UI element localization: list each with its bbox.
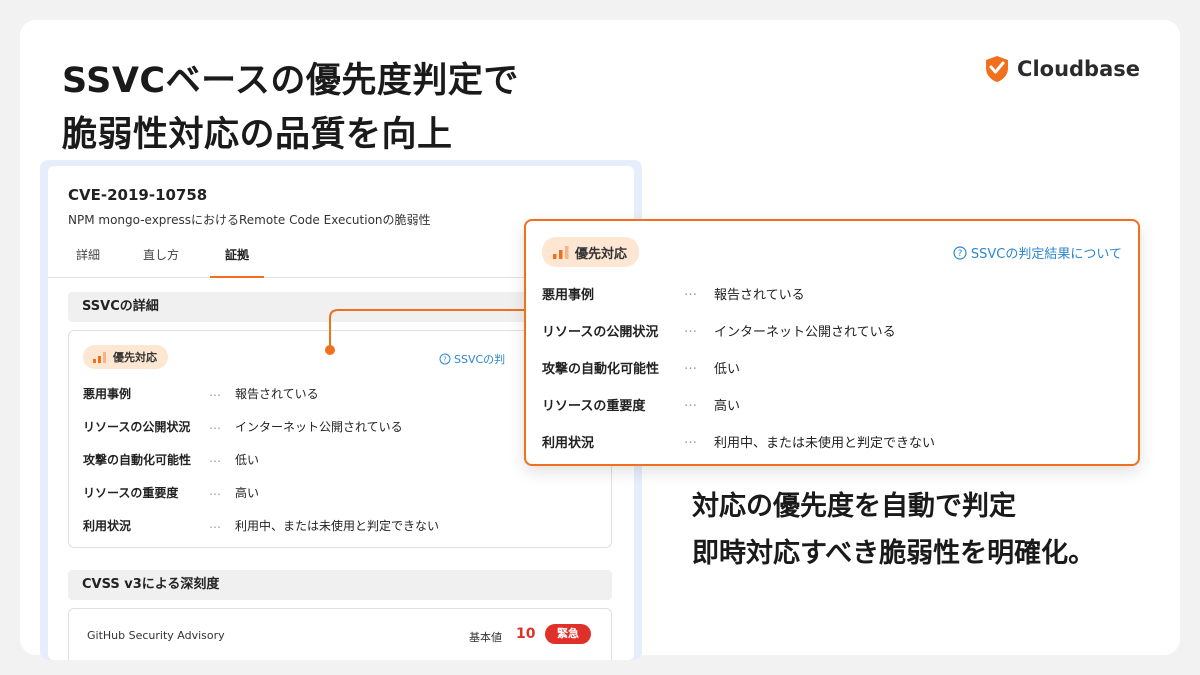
row-label-importance: リソースの重要度: [83, 486, 179, 500]
cve-id: CVE-2019-10758: [68, 186, 208, 204]
callout-priority-badge: 優先対応: [542, 237, 640, 267]
row-dots: …: [209, 484, 221, 498]
headline-line-1: SSVCベースの優先度判定で: [62, 61, 519, 101]
brand-name: Cloudbase: [1017, 57, 1140, 81]
cvss-card: GitHub Security Advisory 基本値 10 緊急: [68, 608, 612, 660]
signal-bars-icon: [93, 352, 106, 363]
row-value-exposure: インターネット公開されている: [235, 420, 403, 434]
ssvc-info-link-label: SSVCの判: [454, 353, 506, 366]
callout-row-value-exposure: インターネット公開されている: [714, 325, 896, 340]
callout-row-label-exploitation: 悪用事例: [542, 288, 595, 303]
callout-row-value-exploitation: 報告されている: [714, 288, 805, 303]
callout-ssvc-info-link-label: SSVCの判定結果について: [970, 247, 1122, 262]
row-dots: …: [209, 385, 221, 399]
cvss-source: GitHub Security Advisory: [87, 629, 225, 642]
callout-row-dots: …: [684, 358, 697, 373]
cve-description: NPM mongo-expressにおけるRemote Code Executi…: [68, 213, 431, 227]
callout-ssvc-info-link[interactable]: ? SSVCの判定結果について: [953, 243, 1122, 262]
row-label-usage: 利用状況: [83, 519, 132, 533]
svg-text:?: ?: [958, 249, 963, 259]
row-dots: …: [209, 418, 221, 432]
callout-row-label-automatable: 攻撃の自動化可能性: [542, 362, 660, 377]
callout-row-value-automatable: 低い: [714, 362, 741, 377]
tab-remediation[interactable]: 直し方: [138, 246, 184, 278]
tagline-line-2: 即時対応すべき脆弱性を明確化。: [692, 538, 1096, 569]
cvss-base-value: 10: [516, 626, 536, 642]
section-cvss-title: CVSS v3による深刻度: [68, 570, 612, 600]
row-value-usage: 利用中、または未使用と判定できない: [235, 519, 440, 533]
question-circle-icon: ?: [439, 353, 451, 365]
brand-logo: Cloudbase: [983, 54, 1140, 84]
callout-row-label-usage: 利用状況: [542, 436, 595, 451]
callout-row-dots: …: [684, 321, 697, 336]
row-label-exploitation: 悪用事例: [83, 387, 132, 401]
row-label-automatable: 攻撃の自動化可能性: [83, 453, 192, 467]
callout-row-value-importance: 高い: [714, 399, 741, 414]
signal-bars-icon: [553, 246, 569, 259]
tagline-line-1: 対応の優先度を自動で判定: [692, 491, 1016, 522]
callout-row-dots: …: [684, 395, 697, 410]
row-value-exploitation: 報告されている: [235, 387, 319, 401]
question-circle-icon: ?: [953, 245, 967, 260]
row-value-importance: 高い: [235, 486, 260, 500]
callout-row-dots: …: [684, 284, 697, 299]
callout-row-dots: …: [684, 432, 697, 447]
row-dots: …: [209, 517, 221, 531]
headline: SSVCベースの優先度判定で 脆弱性対応の品質を向上: [62, 54, 519, 162]
callout-row-label-exposure: リソースの公開状況: [542, 325, 659, 340]
tab-details[interactable]: 詳細: [70, 246, 106, 278]
tab-evidence[interactable]: 証拠: [210, 246, 264, 278]
row-value-automatable: 低い: [235, 453, 260, 467]
cvss-base-label: 基本値: [469, 631, 502, 644]
tagline: 対応の優先度を自動で判定 即時対応すべき脆弱性を明確化。: [692, 483, 1095, 577]
headline-line-2: 脆弱性対応の品質を向上: [62, 115, 453, 155]
priority-label: 優先対応: [113, 351, 157, 364]
shield-check-icon: [986, 56, 1009, 82]
svg-text:?: ?: [443, 356, 447, 364]
ssvc-info-link[interactable]: ? SSVCの判: [439, 351, 505, 367]
callout-priority-label: 優先対応: [575, 246, 628, 262]
callout-row-value-usage: 利用中、または未使用と判定できない: [714, 436, 936, 451]
callout-row-label-importance: リソースの重要度: [542, 399, 646, 414]
priority-badge: 優先対応: [83, 345, 168, 369]
severity-badge: 緊急: [545, 624, 591, 644]
ssvc-callout: 優先対応 ? SSVCの判定結果について 悪用事例 … 報告されている リソース…: [524, 219, 1140, 466]
row-label-exposure: リソースの公開状況: [83, 420, 191, 434]
row-dots: …: [209, 451, 221, 465]
